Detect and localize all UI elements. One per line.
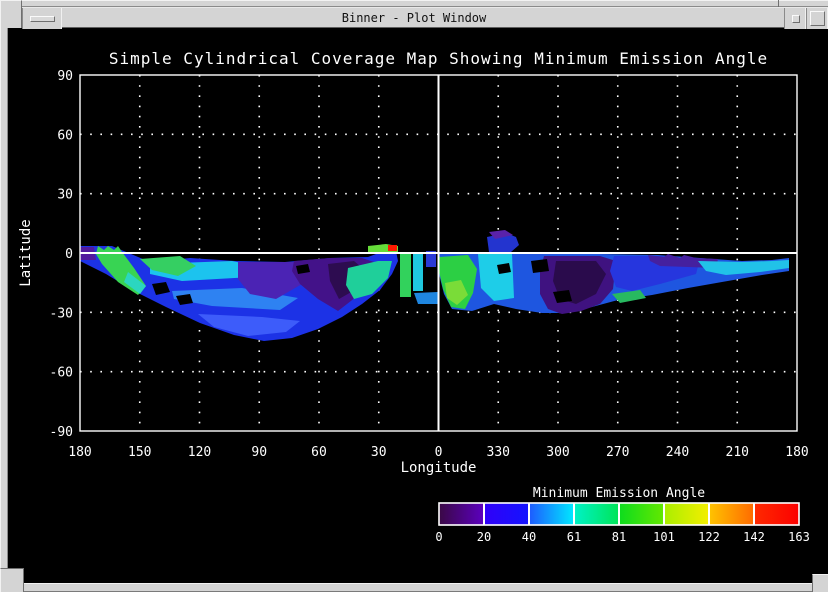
x-tick-label: 0	[435, 445, 443, 460]
minimize-square-icon	[792, 15, 800, 23]
window-titlebar[interactable]: Binner - Plot Window	[0, 7, 828, 28]
colorbar-segment	[664, 503, 709, 525]
colorbar-tick-label: 163	[788, 530, 810, 544]
x-tick-label: 180	[68, 445, 91, 460]
y-tick-label: -60	[50, 366, 73, 381]
colorbar-segment	[484, 503, 529, 525]
x-tick-label: 30	[371, 445, 387, 460]
coverage-shape	[531, 259, 549, 273]
x-tick-label: 300	[546, 445, 569, 460]
colorbar-tick-label: 61	[567, 530, 581, 544]
x-axis-label: Longitude	[401, 460, 477, 476]
colorbar-title: Minimum Emission Angle	[533, 486, 705, 501]
window-title: Binner - Plot Window	[0, 11, 828, 25]
window-menu-dash-icon	[30, 16, 55, 22]
coverage-data	[80, 230, 789, 341]
x-tick-label: 120	[188, 445, 211, 460]
colorbar-segment	[709, 503, 754, 525]
coverage-shape	[413, 254, 423, 291]
x-tick-label: 270	[606, 445, 629, 460]
x-tick-label: 60	[311, 445, 327, 460]
y-tick-label: 90	[57, 69, 73, 84]
coverage-shape	[388, 245, 397, 251]
window-frame-bottom[interactable]	[0, 583, 828, 592]
window-resize-corner-bottom-left[interactable]	[0, 568, 24, 592]
colorbar-segment	[754, 503, 799, 525]
y-tick-label: -90	[50, 425, 73, 440]
maximize-square-icon	[810, 11, 825, 26]
coverage-map-chart: Simple Cylindrical Coverage Map Showing …	[0, 0, 828, 592]
colorbar-segment	[439, 503, 484, 525]
colorbar-segment	[529, 503, 574, 525]
x-tick-label: 330	[487, 445, 510, 460]
x-tick-label: 210	[726, 445, 749, 460]
y-axis-label: Latitude	[18, 219, 34, 286]
y-tick-label: -30	[50, 306, 73, 321]
colorbar	[439, 503, 799, 525]
coverage-shape	[414, 292, 438, 304]
window-frame-separator	[778, 0, 779, 7]
y-tick-label: 30	[57, 188, 73, 203]
plot-window: Simple Cylindrical Coverage Map Showing …	[0, 0, 828, 592]
plot-title: Simple Cylindrical Coverage Map Showing …	[109, 49, 768, 68]
y-tick-label: 60	[57, 128, 73, 143]
colorbar-tick-label: 122	[698, 530, 720, 544]
maximize-button[interactable]	[806, 8, 828, 29]
colorbar-tick-label: 101	[653, 530, 675, 544]
colorbar-tick-label: 142	[743, 530, 765, 544]
colorbar-tick-label: 40	[522, 530, 536, 544]
minimize-button[interactable]	[784, 8, 806, 29]
x-tick-label: 150	[128, 445, 151, 460]
window-resize-corner-bottom-right[interactable]	[812, 574, 828, 592]
window-frame-left[interactable]	[0, 28, 8, 569]
colorbar-tick-label: 0	[435, 530, 442, 544]
window-frame-top[interactable]	[0, 0, 828, 7]
window-menu-button[interactable]	[22, 8, 62, 29]
colorbar-segment	[574, 503, 619, 525]
coverage-shape	[400, 252, 411, 297]
y-tick-label: 0	[65, 247, 73, 262]
colorbar-segment	[619, 503, 664, 525]
x-tick-label: 90	[251, 445, 267, 460]
colorbar-tick-label: 81	[612, 530, 626, 544]
x-tick-label: 240	[666, 445, 689, 460]
x-tick-label: 180	[785, 445, 808, 460]
colorbar-tick-label: 20	[477, 530, 491, 544]
window-resize-corner-top-left[interactable]	[0, 0, 22, 28]
